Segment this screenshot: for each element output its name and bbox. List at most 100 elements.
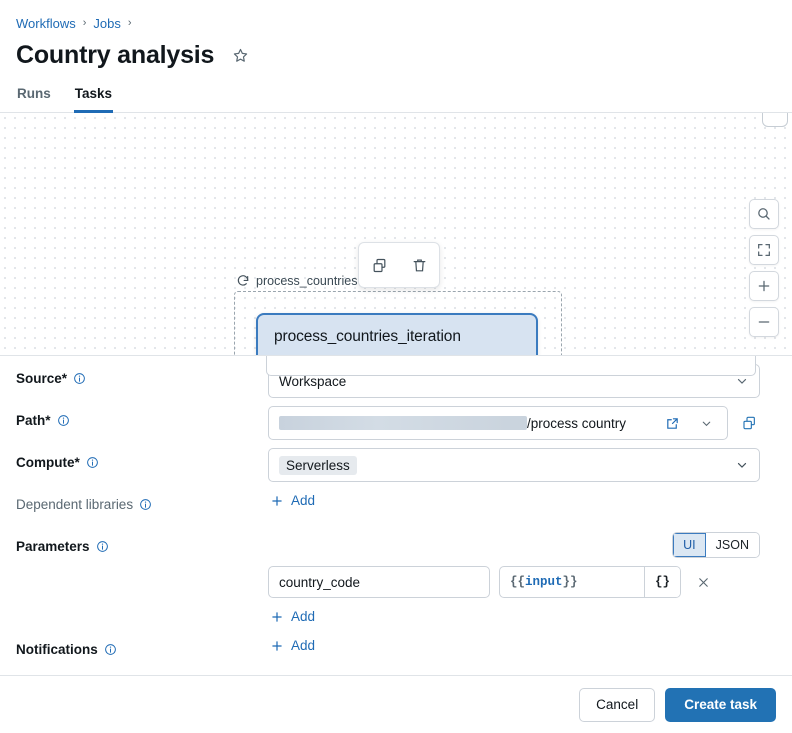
remove-parameter-button[interactable]	[690, 569, 716, 595]
workflow-canvas[interactable]: process_countries process_countries_iter…	[0, 113, 792, 356]
delete-node-button[interactable]	[405, 251, 433, 279]
canvas-fit-screen-button[interactable]	[749, 235, 779, 265]
cancel-button[interactable]: Cancel	[579, 688, 655, 722]
path-field[interactable]: /process country	[268, 406, 728, 440]
copy-icon	[741, 415, 757, 431]
form-footer: Cancel Create task	[0, 675, 792, 733]
parameter-value-field: {{input}} {}	[499, 566, 681, 598]
fit-screen-icon	[756, 242, 772, 258]
compute-label: Compute*	[16, 448, 268, 470]
form-row-dependent-libraries: Dependent libraries Add	[16, 482, 776, 524]
path-suffix: /process country	[527, 416, 626, 431]
open-path-button[interactable]	[659, 410, 685, 436]
info-icon[interactable]	[73, 372, 86, 385]
tab-runs[interactable]: Runs	[16, 86, 52, 113]
loop-icon	[236, 274, 250, 288]
form-row-parameters: Parameters UI JSON country_code	[16, 524, 776, 627]
favorite-star-button[interactable]	[228, 44, 252, 68]
zoom-out-icon	[756, 314, 772, 330]
duplicate-icon	[371, 257, 388, 274]
path-control: /process country	[268, 406, 776, 440]
form-row-compute: Compute* Serverless	[16, 440, 776, 482]
parameters-label: Parameters	[16, 532, 268, 554]
notifications-label: Notifications	[16, 635, 268, 657]
info-icon[interactable]	[86, 456, 99, 469]
form-row-notifications: Notifications Add	[16, 627, 776, 669]
compute-control: Serverless	[268, 448, 776, 482]
info-icon[interactable]	[96, 540, 109, 553]
parameter-insert-variable-button[interactable]: {}	[644, 567, 680, 597]
notifications-control: Add	[268, 635, 776, 656]
node-action-toolbar	[358, 242, 440, 288]
canvas-zoom-in-button[interactable]	[749, 271, 779, 301]
chevron-down-icon	[700, 417, 713, 430]
add-dependent-library-button[interactable]: Add	[268, 490, 317, 511]
tab-bar: Runs Tasks	[0, 86, 792, 113]
canvas-overflow-chip[interactable]	[762, 113, 788, 127]
breadcrumb: Workflows › Jobs ›	[16, 14, 776, 32]
parameters-control: UI JSON country_code {{input}} {}	[268, 532, 776, 627]
parameters-mode-toggle: UI JSON	[672, 532, 760, 558]
parameters-mode-toggle-wrap: UI JSON	[268, 532, 760, 558]
canvas-search-button[interactable]	[749, 199, 779, 229]
page-header: Workflows › Jobs › Country analysis	[0, 0, 792, 70]
breadcrumb-item-jobs[interactable]: Jobs	[93, 16, 120, 31]
parameter-row: country_code {{input}} {}	[268, 566, 716, 598]
parameter-key-input[interactable]: country_code	[268, 566, 490, 598]
close-icon	[696, 575, 711, 590]
chevron-down-icon	[735, 458, 749, 472]
canvas-zoom-out-button[interactable]	[749, 307, 779, 337]
loop-group-name: process_countries	[256, 274, 357, 288]
plus-icon	[270, 610, 284, 624]
info-icon[interactable]	[139, 498, 152, 511]
duplicate-node-button[interactable]	[365, 251, 393, 279]
canvas-controls	[749, 199, 779, 337]
info-icon[interactable]	[104, 643, 117, 656]
parameters-mode-ui[interactable]: UI	[673, 533, 706, 557]
clipped-field-above[interactable]	[266, 356, 756, 376]
tab-tasks[interactable]: Tasks	[74, 86, 113, 113]
task-editor-page: Workflows › Jobs › Country analysis Runs…	[0, 0, 792, 733]
loop-group-label: process_countries	[236, 274, 357, 288]
page-title: Country analysis	[16, 41, 214, 70]
add-parameter-label: Add	[291, 609, 315, 624]
search-icon	[756, 206, 772, 222]
external-link-icon	[665, 416, 680, 431]
star-icon	[232, 47, 249, 64]
parameter-key-value: country_code	[279, 575, 360, 590]
add-notification-label: Add	[291, 638, 315, 653]
title-row: Country analysis	[16, 41, 776, 70]
compute-value: Serverless	[279, 456, 357, 475]
breadcrumb-separator: ›	[128, 18, 132, 29]
copy-path-button[interactable]	[736, 410, 762, 436]
breadcrumb-separator: ›	[83, 18, 87, 29]
zoom-in-icon	[756, 278, 772, 294]
compute-select[interactable]: Serverless	[268, 448, 760, 482]
dependent-libraries-label: Dependent libraries	[16, 490, 268, 512]
task-form: Source* Workspace Path*	[0, 356, 792, 675]
redacted-path-segment	[279, 416, 527, 430]
parameter-value-input[interactable]: {{input}}	[500, 567, 644, 597]
info-icon[interactable]	[57, 414, 70, 427]
chevron-down-icon	[735, 374, 749, 388]
add-dependent-library-label: Add	[291, 493, 315, 508]
dependent-libraries-control: Add	[268, 490, 776, 511]
source-label: Source*	[16, 364, 268, 386]
parameters-mode-json[interactable]: JSON	[706, 533, 759, 557]
parameter-value-variable: input	[525, 575, 563, 589]
add-parameter-button[interactable]: Add	[268, 606, 317, 627]
form-row-path: Path* /process country	[16, 398, 776, 440]
plus-icon	[270, 494, 284, 508]
task-node[interactable]: process_countries_iteration /process cou…	[256, 313, 538, 356]
breadcrumb-item-workflows[interactable]: Workflows	[16, 16, 76, 31]
path-value: /process country	[279, 416, 651, 431]
delete-icon	[411, 257, 428, 274]
path-dropdown-button[interactable]	[693, 410, 719, 436]
parameter-value-open-brace: {{	[510, 575, 525, 589]
parameter-value-close-brace: }}	[563, 575, 578, 589]
create-task-button[interactable]: Create task	[665, 688, 776, 722]
add-notification-button[interactable]: Add	[268, 635, 317, 656]
task-node-title: process_countries_iteration	[274, 328, 520, 346]
plus-icon	[270, 639, 284, 653]
path-label: Path*	[16, 406, 268, 428]
